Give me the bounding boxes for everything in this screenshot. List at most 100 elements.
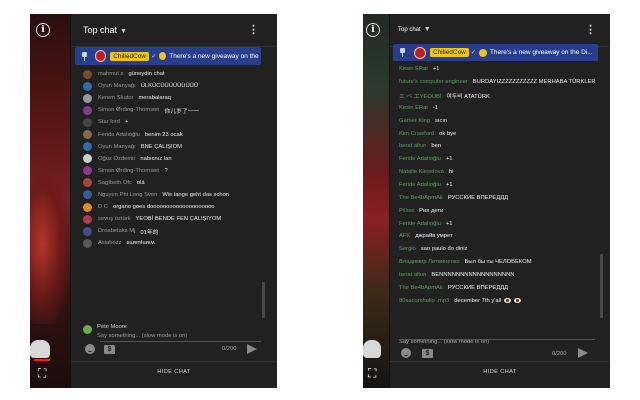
message-author[interactable]: Feride Adalıoğlu	[399, 221, 441, 227]
emoji-icon[interactable]	[85, 344, 95, 354]
chat-mode-label: Top chat	[398, 27, 421, 33]
avatar	[83, 238, 92, 248]
message-author[interactable]: Kerem Skutor	[98, 95, 133, 101]
send-icon[interactable]	[578, 348, 588, 358]
message-author[interactable]: The Be4bApmAk	[399, 285, 443, 291]
message-text: 你儿岁了一一	[164, 108, 200, 115]
pinned-message[interactable]: ChilledCow ✓ There's a new giveaway on t…	[393, 44, 598, 61]
message-author[interactable]: Simon Ørding-Thomsen	[98, 168, 160, 174]
message-author[interactable]: Asiabozz	[98, 240, 122, 246]
char-counter: 0/200	[222, 346, 237, 352]
super-chat-icon[interactable]: $	[422, 349, 433, 358]
channel-mascot-icon	[30, 340, 50, 358]
info-icon[interactable]: i	[36, 23, 50, 37]
list-item: future's computer engineer BURDAYIZZZZZZZ…	[390, 76, 610, 89]
chat-input-placeholder[interactable]: Say something... (slow mode is on)	[97, 333, 187, 339]
super-chat-icon[interactable]: $	[104, 345, 115, 354]
message-author[interactable]: エ ベ エYEOUBİ	[399, 91, 442, 100]
avatar	[83, 214, 92, 224]
list-item: Asiabozz ɕɯɐnɬɯɐʍ	[71, 237, 277, 249]
chat-input[interactable]: Say something... (slow mode is on)	[399, 330, 595, 345]
pin-icon	[399, 48, 406, 57]
hide-chat-button[interactable]: HIDE CHAT	[71, 361, 277, 381]
message-author[interactable]: Sagtbeth Ofc	[98, 180, 132, 186]
message-text: ok bye	[439, 130, 457, 137]
message-text: nabıcnız lan	[140, 155, 172, 162]
pinned-message[interactable]: ChilledCow ✓ There's a new giveaway on t…	[75, 47, 261, 65]
list-item: Oğuz Özdemir nabıcnız lan	[71, 153, 277, 165]
message-author[interactable]: Simon Ørding-Thomsen	[98, 107, 160, 113]
message-text: BNE ÇALIŞIOM	[140, 143, 182, 150]
send-icon[interactable]	[247, 344, 257, 354]
emoji-icon[interactable]	[401, 348, 411, 358]
message-text: Рия дети	[419, 207, 444, 214]
kebab-icon[interactable]: ⋮	[585, 23, 596, 36]
video-player[interactable]: i ⛶	[30, 14, 70, 388]
list-item: Sergio sao paulo do diniz	[390, 243, 610, 256]
message-text: sıcın	[434, 117, 448, 124]
video-player[interactable]: i ⛶	[363, 14, 389, 388]
list-item: Star lord +	[71, 116, 277, 128]
avatar	[83, 202, 92, 212]
message-author[interactable]: Kesin ERai	[399, 66, 428, 72]
message-author[interactable]: Gamer King	[399, 118, 430, 124]
message-author[interactable]: Droabetaks Mj	[98, 228, 135, 234]
message-author[interactable]: Feride Adalıoğlu	[399, 156, 441, 162]
message-author[interactable]: Star lord	[98, 119, 120, 125]
message-text: +1	[445, 182, 453, 189]
message-author[interactable]: Pillow	[399, 208, 414, 214]
message-text: güneydin chat	[128, 71, 165, 78]
left-chat-window: i ⛶ Top chat ▼ ⋮ ChilledCow ✓ There's a n…	[30, 14, 277, 388]
message-author[interactable]: berat altun	[399, 143, 426, 149]
moderator-icon	[159, 52, 167, 60]
message-author[interactable]: Kim Crawford	[399, 131, 434, 137]
message-author[interactable]: Oyun Manyağı	[98, 144, 136, 150]
message-author[interactable]: future's computer engineer	[399, 79, 468, 85]
message-author[interactable]: Feride Adalıoğlu	[98, 132, 140, 138]
message-author[interactable]: Feride Adalıoğlu	[399, 182, 441, 188]
progress-bar[interactable]	[34, 359, 50, 361]
message-author[interactable]: D C	[98, 204, 108, 210]
hide-chat-button[interactable]: HIDE CHAT	[390, 361, 610, 381]
message-author[interactable]: The Be4bApmAk	[399, 195, 443, 201]
message-author[interactable]: Kesin ERai	[399, 105, 428, 111]
chat-mode-dropdown[interactable]: Top chat ▼	[398, 26, 431, 33]
fullscreen-icon[interactable]: ⛶	[368, 366, 376, 381]
caret-down-icon: ▼	[120, 28, 127, 35]
avatar	[83, 69, 92, 79]
scrollbar[interactable]	[262, 282, 265, 318]
message-author[interactable]: AFK	[399, 233, 410, 239]
scrollbar[interactable]	[600, 254, 603, 318]
message-text: organo goes doooooooooooooooooooo	[112, 204, 215, 211]
message-author[interactable]: Владимир Литвиненко	[399, 259, 460, 265]
list-item: AFK джрайв умрет	[390, 230, 610, 243]
message-text: ben	[431, 143, 442, 150]
message-author[interactable]: Natalie Kieselová	[399, 169, 444, 175]
message-author[interactable]: Nguyen Phi Long Sven	[98, 192, 157, 198]
message-author[interactable]: Oğuz Özdemir	[98, 156, 135, 162]
fullscreen-icon[interactable]: ⛶	[38, 366, 46, 381]
moderator-icon	[478, 48, 487, 57]
message-text: december 7th y'all	[454, 297, 502, 304]
list-item: berat altun ben	[390, 140, 610, 153]
list-item: Feride Adalıoğlu +1	[390, 153, 610, 166]
message-text: olá	[136, 179, 145, 186]
avatar	[83, 142, 92, 152]
message-text: sao paulo do diniz	[420, 246, 468, 253]
kebab-icon[interactable]: ⋮	[248, 23, 259, 36]
message-list[interactable]: Kesin ERai +1 future's computer engineer BU…	[390, 63, 610, 307]
message-text: YEOBİ BENDE FEN ÇALIŞIYOM	[135, 216, 222, 223]
info-icon[interactable]: i	[366, 23, 380, 37]
message-author[interactable]: Oyun Manyağı	[98, 83, 136, 89]
live-chat-panel: Top chat ▼ ⋮ ChilledCow ✓ There's a new g…	[389, 14, 610, 388]
message-list[interactable]: mahmut s güneydin chat Oyun Manyağı ÜLKÜCÜÜ…	[71, 68, 277, 249]
message-author[interactable]: mahmut s	[98, 71, 123, 77]
chat-mode-dropdown[interactable]: Top chat ▼	[83, 25, 127, 35]
message-author[interactable]: 80sacomholio .mp3	[399, 298, 449, 304]
list-item: Oyun Manyağı ÜLKÜCÜÜÜÜÜÜÜÜÜ	[71, 80, 277, 92]
list-item: berat altun BENNNNNNNNNNNNNNNNNN	[390, 269, 610, 282]
right-chat-window: i ⛶ Top chat ▼ ⋮ ChilledCow ✓ There's a n…	[363, 14, 610, 388]
message-author[interactable]: Sergio	[399, 246, 416, 252]
message-author[interactable]: sevıış öztürk	[98, 216, 131, 222]
message-author[interactable]: berat altun	[399, 272, 426, 278]
